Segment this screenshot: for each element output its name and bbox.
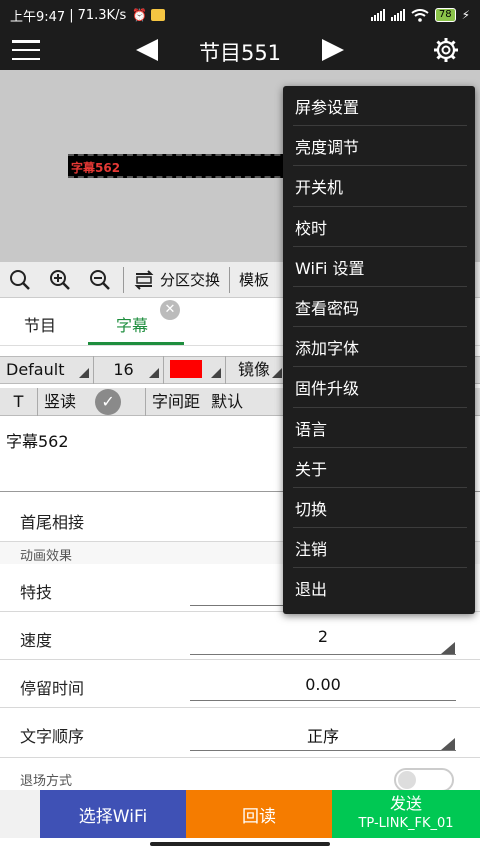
gear-icon[interactable]: [432, 36, 460, 64]
battery-icon: 78: [434, 8, 456, 22]
led-screen[interactable]: 字幕562: [68, 154, 300, 178]
bottom-action-bar: 选择WiFi 回读 发送 TP-LINK_FK_01: [0, 790, 480, 838]
vertical-read-label: 竖读: [44, 391, 77, 411]
signal-icon: [370, 9, 385, 21]
speed-dropdown-icon[interactable]: [441, 642, 455, 654]
status-bar: 上午9:47 | 71.3K/s ⏰ 78 ⚡: [0, 0, 480, 30]
text-order-dropdown-icon[interactable]: [441, 738, 455, 750]
effect-label: 特技: [20, 583, 53, 602]
status-separator: |: [69, 7, 74, 23]
font-family-value: Default: [6, 360, 65, 379]
speed-underline: [190, 654, 456, 655]
template-label: 模板: [239, 271, 270, 289]
char-spacing-value: 默认: [211, 391, 244, 411]
active-tab-indicator: [88, 342, 184, 345]
signal-icon-2: [390, 9, 405, 21]
font-size-dropdown[interactable]: 16: [94, 356, 164, 384]
menu-item-time-sync[interactable]: 校时: [293, 207, 467, 247]
mirror-label: 镜像: [238, 360, 271, 379]
partition-swap-label: 分区交换: [160, 271, 221, 289]
wifi-icon: [411, 8, 429, 22]
font-size-value: 16: [113, 360, 134, 379]
select-wifi-label: 选择WiFi: [78, 806, 148, 827]
zoom-in-icon[interactable]: [40, 262, 80, 298]
stay-time-row[interactable]: 停留时间 0.00: [0, 660, 480, 708]
speed-label: 速度: [20, 631, 53, 650]
check-icon[interactable]: ✓: [95, 389, 122, 415]
color-swatch: [170, 360, 202, 378]
menu-item-wifi-settings[interactable]: WiFi 设置: [293, 247, 467, 287]
stay-time-input[interactable]: 0.00: [190, 675, 456, 694]
stay-time-label: 停留时间: [20, 679, 85, 698]
settings-menu: 屏参设置 亮度调节 开关机 校时 WiFi 设置 查看密码 添加字体 固件升级 …: [283, 86, 475, 614]
page-title: 节目551: [198, 41, 282, 65]
bottom-bar-spacer: [0, 790, 40, 838]
previous-program-icon[interactable]: [136, 39, 158, 61]
char-spacing-dropdown[interactable]: 字间距 默认: [146, 388, 270, 416]
exit-mode-toggle[interactable]: [394, 768, 454, 792]
menu-item-add-font[interactable]: 添加字体: [293, 327, 467, 368]
zoom-out-icon[interactable]: [80, 262, 120, 298]
tab-subtitle[interactable]: 字幕: [116, 312, 148, 336]
stay-time-underline: [190, 700, 456, 701]
status-time: 上午9:47: [10, 9, 66, 25]
menu-item-view-password[interactable]: 查看密码: [293, 287, 467, 328]
alarm-icon: ⏰: [132, 8, 148, 22]
head-tail-label: 首尾相接: [20, 513, 85, 532]
network-speed: 71.3K/s: [77, 7, 127, 23]
text-style-label: T: [13, 391, 24, 411]
read-back-button[interactable]: 回读: [186, 790, 332, 838]
text-order-row[interactable]: 文字顺序 正序: [0, 708, 480, 758]
menu-item-logout[interactable]: 注销: [293, 528, 467, 569]
char-spacing-label: 字间距: [152, 391, 201, 411]
app-bar: 节目551: [0, 30, 480, 70]
close-tab-icon[interactable]: ✕: [160, 300, 180, 320]
menu-item-firmware-upgrade[interactable]: 固件升级: [293, 367, 467, 408]
send-label: 发送: [389, 794, 422, 813]
menu-item-exit[interactable]: 退出: [293, 568, 467, 608]
font-color-dropdown[interactable]: [164, 356, 226, 384]
mirror-dropdown[interactable]: 镜像: [232, 356, 286, 384]
text-order-underline: [190, 750, 456, 751]
menu-item-brightness[interactable]: 亮度调节: [293, 126, 467, 167]
speed-row[interactable]: 速度 2: [0, 612, 480, 660]
menu-item-language[interactable]: 语言: [293, 408, 467, 448]
menu-item-power[interactable]: 开关机: [293, 166, 467, 207]
charging-icon: ⚡: [461, 8, 470, 22]
menu-item-switch[interactable]: 切换: [293, 488, 467, 529]
read-back-label: 回读: [242, 806, 276, 827]
speed-value[interactable]: 2: [190, 627, 456, 646]
home-indicator[interactable]: [150, 842, 330, 846]
menu-item-about[interactable]: 关于: [293, 448, 467, 488]
exit-mode-row: 退场方式: [0, 758, 480, 792]
exit-mode-label: 退场方式: [20, 774, 73, 789]
animation-section-title: 动画效果: [20, 549, 73, 564]
partition-swap-button[interactable]: 分区交换: [127, 269, 226, 290]
menu-item-screen-params[interactable]: 屏参设置: [293, 86, 467, 127]
vertical-read-toggle[interactable]: 竖读 ✓: [38, 387, 146, 416]
swap-icon: [134, 269, 154, 290]
tab-program[interactable]: 节目: [24, 312, 56, 336]
text-order-label: 文字顺序: [20, 727, 85, 746]
font-family-dropdown[interactable]: Default: [0, 356, 94, 384]
wifi-ssid: TP-LINK_FK_01: [358, 816, 454, 831]
send-button[interactable]: 发送 TP-LINK_FK_01: [332, 790, 480, 838]
search-icon[interactable]: [0, 262, 40, 298]
text-order-value[interactable]: 正序: [190, 723, 456, 747]
toolbar-divider-2: [229, 266, 231, 293]
next-program-icon[interactable]: [322, 39, 344, 61]
template-button[interactable]: 模板: [233, 269, 275, 290]
led-text: 字幕562: [71, 161, 121, 175]
notification-icon: [151, 9, 166, 21]
toolbar-divider: [123, 266, 124, 293]
select-wifi-button[interactable]: 选择WiFi: [40, 790, 186, 838]
text-style-button[interactable]: T: [0, 387, 38, 416]
